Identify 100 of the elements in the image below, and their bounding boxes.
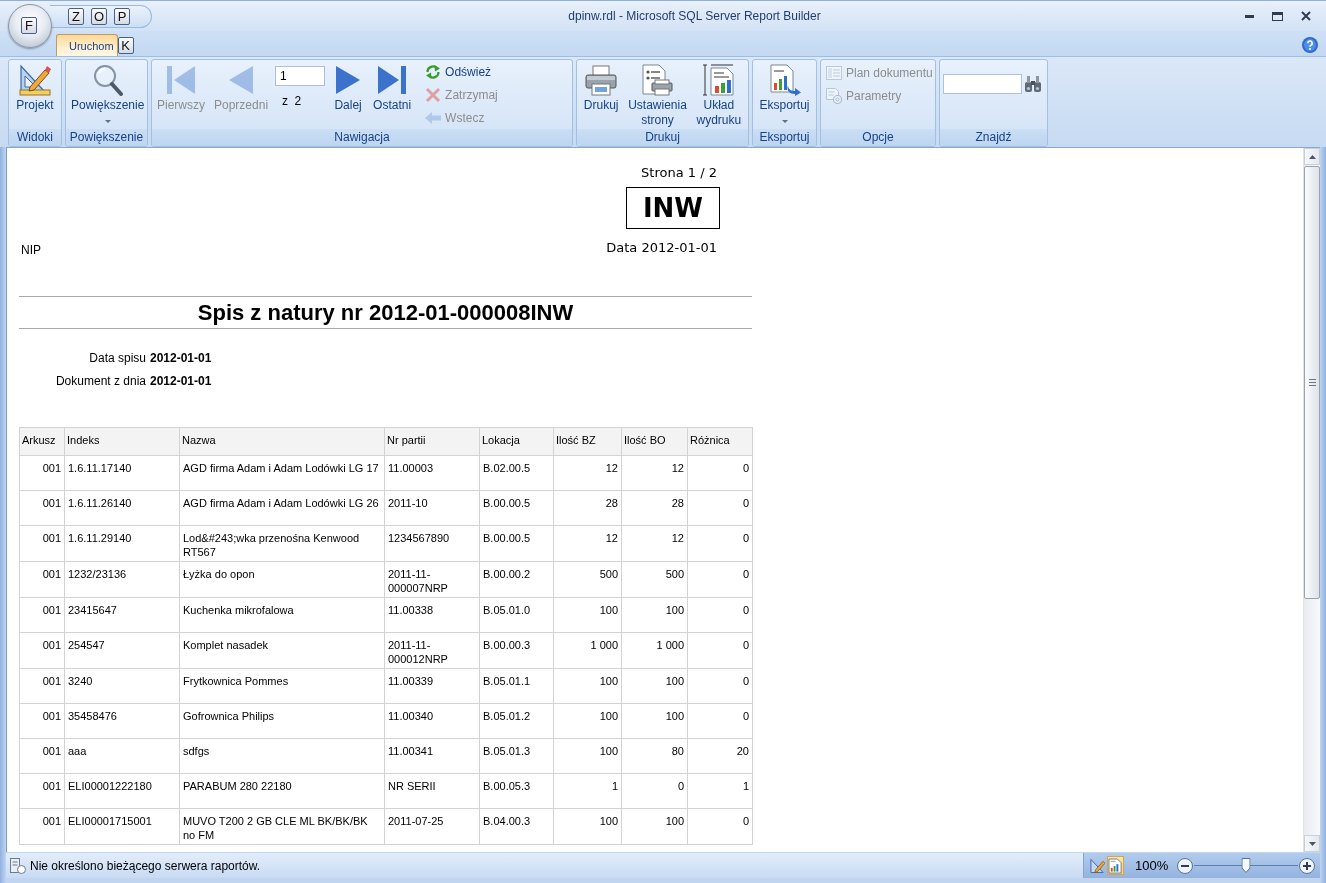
run-view-button[interactable] [1107, 856, 1124, 875]
keytip: Z [68, 7, 84, 25]
table-cell: B.05.01.2 [479, 703, 554, 739]
column-header: Ilość BZ [553, 427, 622, 456]
table-cell: 1 [687, 773, 753, 809]
table-cell: 254547 [64, 632, 180, 669]
table-cell: 100 [553, 597, 622, 633]
table-cell: NR SERII [384, 773, 480, 809]
field-value: 2012-01-01 [150, 350, 212, 366]
table-cell: 1.6.11.29140 [64, 525, 180, 562]
next-page-button[interactable]: Dalej [329, 60, 368, 113]
scroll-down-button[interactable] [1304, 835, 1320, 852]
design-button[interactable]: Projekt [13, 60, 57, 113]
table-cell: 0 [621, 773, 688, 809]
back-arrow-icon [425, 109, 442, 126]
table-cell: 001 [19, 738, 65, 774]
caret-icon [104, 120, 111, 123]
help-icon [1302, 37, 1318, 53]
table-cell: 500 [553, 561, 622, 598]
table-cell: ELI00001715001 [64, 808, 180, 845]
table-cell: 11.00340 [384, 703, 480, 739]
table-cell: B.02.00.5 [479, 455, 554, 491]
table-cell: 0 [687, 668, 753, 704]
table-cell: Frytkownica Pommes [179, 668, 385, 704]
slider-thumb[interactable] [1241, 858, 1251, 873]
field-label: Data spisu [89, 350, 146, 366]
table-cell: 2011-10 [384, 490, 480, 526]
group-label: Eksportuj [759, 130, 810, 145]
table-cell: 100 [621, 597, 688, 633]
field-label: Dokument z dnia [55, 373, 146, 389]
page-setup-button[interactable]: Ustawienia strony [625, 60, 690, 128]
column-header: Lokacja [479, 427, 554, 456]
refresh-icon [425, 63, 442, 80]
status-message: Nie określono bieżącego serwera raportów. [30, 857, 261, 875]
table-cell: sdfgs [179, 738, 385, 774]
last-page-icon [376, 64, 409, 96]
last-page-button[interactable]: Ostatni [370, 60, 415, 113]
table-cell: Gofrownica Philips [179, 703, 385, 739]
table-cell: 2011-07-25 [384, 808, 480, 845]
table-cell: 001 [19, 455, 65, 491]
zoom-button[interactable]: Powiększenie [68, 60, 147, 123]
table-cell: 100 [553, 703, 622, 739]
find-field[interactable] [943, 74, 1022, 94]
zoom-in-icon[interactable] [1299, 857, 1316, 874]
print-layout-button[interactable]: Układ wydruku [693, 60, 745, 128]
zoom-out-icon[interactable] [1177, 857, 1194, 874]
minimize-icon [1245, 14, 1254, 18]
table-cell: B.05.01.3 [479, 738, 554, 774]
export-button[interactable]: Eksportuj [756, 60, 813, 123]
table-cell: MUVO T200 2 GB CLE ML BK/BK/BK no FM [179, 808, 385, 845]
ribbon-tab[interactable]: Uruchom [56, 34, 118, 56]
table-cell: 001 [19, 773, 65, 809]
column-header: Arkusz [19, 427, 65, 456]
table-cell: 001 [19, 490, 65, 526]
zoom-level-label: 100% [1135, 856, 1169, 875]
group-label: Opcje [862, 130, 894, 145]
table-cell: AGD firma Adam i Adam Lodówki LG 17 [179, 455, 385, 491]
nip-label: NIP [21, 242, 41, 259]
stop-icon [425, 86, 442, 103]
table-cell: 1 000 [621, 632, 688, 669]
document-icon [10, 857, 26, 874]
report-page-icon [1108, 857, 1123, 874]
table-cell: 1 [553, 773, 622, 809]
table-cell: 0 [687, 490, 753, 526]
first-page-icon [165, 64, 197, 96]
keytip: F [21, 17, 37, 34]
export-icon [768, 64, 801, 96]
table-cell: 001 [19, 525, 65, 562]
group-label: Drukuj [645, 130, 680, 145]
help-button[interactable] [1302, 37, 1318, 53]
table-cell: 11.00339 [384, 668, 480, 704]
table-cell: Łyżka do opon [179, 561, 385, 598]
ruler-pencil-icon [19, 64, 51, 96]
document-type-code: INW [626, 187, 720, 229]
table-cell: 100 [621, 668, 688, 704]
table-cell: 1234567890 [384, 525, 480, 562]
field-value: 2012-01-01 [150, 373, 212, 389]
page-number-label: Strona 1 / 2 [641, 164, 717, 181]
column-header: Indeks [64, 427, 180, 456]
refresh-button[interactable]: Odśwież [423, 60, 500, 83]
find-button[interactable] [1025, 76, 1041, 92]
print-button[interactable]: Drukuj [580, 60, 622, 113]
report-date: Data 2012-01-01 [606, 239, 717, 256]
table-cell: 11.00341 [384, 738, 480, 774]
scroll-up-button[interactable] [1304, 148, 1320, 165]
table-cell: 35458476 [64, 703, 180, 739]
grip-icon [1308, 379, 1316, 386]
column-header: Ilość BO [621, 427, 688, 456]
page-count-label: z 2 [282, 93, 302, 110]
scrollbar-thumb[interactable] [1304, 166, 1320, 599]
design-view-button[interactable] [1089, 856, 1106, 875]
table-cell: 28 [621, 490, 688, 526]
table-cell: 80 [621, 738, 688, 774]
table-cell: 1.6.11.17140 [64, 455, 180, 491]
table-cell: 100 [553, 668, 622, 704]
page-number-field[interactable]: 1 [275, 66, 326, 86]
table-cell: 001 [19, 668, 65, 704]
table-cell: B.04.00.3 [479, 808, 554, 845]
table-cell: ELI00001222180 [64, 773, 180, 809]
close-icon [1300, 11, 1311, 21]
